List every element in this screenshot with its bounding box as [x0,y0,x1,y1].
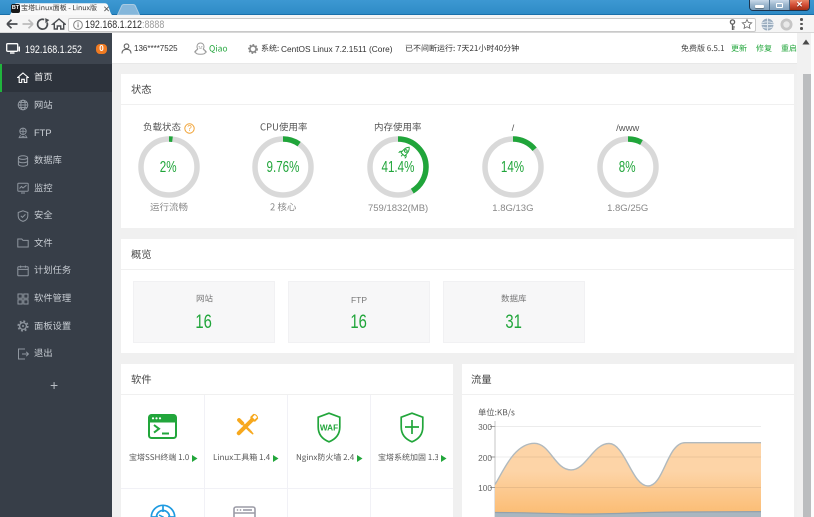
svg-text:WAF: WAF [320,424,338,433]
svg-text:?: ? [187,124,192,133]
